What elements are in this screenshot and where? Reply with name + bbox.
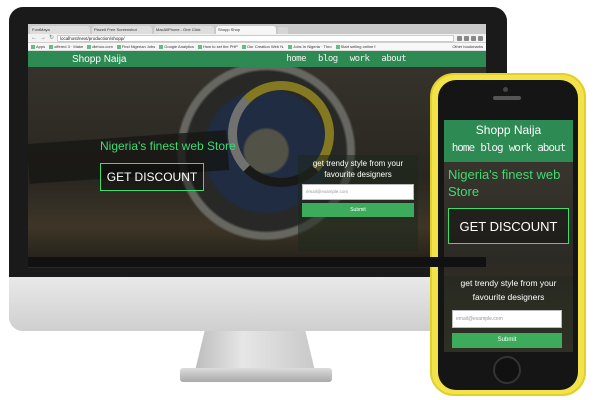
- favicon-icon: [87, 44, 92, 49]
- mobile-get-discount-button[interactable]: GET DISCOUNT: [448, 208, 569, 244]
- apps-icon: [31, 44, 35, 49]
- imac-stand-base: [180, 368, 332, 382]
- site-menu: home blog work about: [286, 54, 406, 64]
- mobile-nav-link-about[interactable]: about: [537, 141, 566, 154]
- browser-tab[interactable]: MacAllPhone - One Click: [154, 26, 214, 34]
- bookmark-item[interactable]: Jobs In Nigeria · Thro: [288, 44, 332, 49]
- hero-section: Nigeria's finest web Store GET DISCOUNT …: [28, 67, 486, 267]
- home-button[interactable]: [493, 356, 521, 384]
- bookmark-label: Start selling online f: [340, 44, 376, 49]
- nav-link-about[interactable]: about: [381, 54, 406, 64]
- bookmark-item[interactable]: offered 3 · Make: [49, 44, 83, 49]
- mobile-menu: home blog work about: [444, 141, 573, 154]
- device-mockup-stage: FontMaya Placeit Free Screenshot MacAllP…: [0, 0, 600, 400]
- bookmark-item[interactable]: dlehoo.com: [87, 44, 113, 49]
- bookmarks-bar: Apps offered 3 · Make dlehoo.com Find Ni…: [28, 43, 486, 51]
- get-discount-button[interactable]: GET DISCOUNT: [100, 163, 204, 191]
- mobile-navbar: Shopp Naija home blog work about: [444, 120, 573, 162]
- favicon-icon: [116, 44, 121, 49]
- bookmark-item[interactable]: How to set the PHP: [198, 44, 238, 49]
- bookmark-label: Our Creation Web N.: [246, 44, 285, 49]
- bookmark-label: How to set the PHP: [203, 44, 238, 49]
- address-bar: ← → ↻ localhost/next/production/shopp/: [28, 34, 486, 43]
- other-bookmarks[interactable]: Other bookmarks: [452, 44, 483, 49]
- reload-icon[interactable]: ↻: [49, 35, 54, 41]
- browser-tab[interactable]: Placeit Free Screenshot: [92, 26, 152, 34]
- signup-text: get trendy style from your favourite des…: [312, 159, 404, 179]
- mobile-hero-title: Nigeria's finest web Store: [448, 167, 561, 199]
- favicon-icon: [241, 44, 246, 49]
- hero-title: Nigeria's finest web Store: [100, 139, 236, 153]
- extension-icon[interactable]: [471, 35, 476, 41]
- submit-button[interactable]: Submit: [302, 203, 414, 217]
- email-field[interactable]: email@example.com: [302, 184, 414, 200]
- nav-link-home[interactable]: home: [286, 54, 306, 64]
- bookmark-item[interactable]: Our Creation Web N.: [241, 44, 285, 49]
- forward-arrow-icon[interactable]: →: [40, 35, 46, 41]
- favicon-icon: [198, 44, 203, 49]
- mobile-nav-link-work[interactable]: work: [509, 141, 532, 154]
- mobile-signup-text: get trendy style from your favourite des…: [460, 278, 557, 302]
- bookmark-label: dlehoo.com: [92, 44, 113, 49]
- bookmark-label: Find Nigerian Jobs: [121, 44, 156, 49]
- imac-stand: [195, 331, 315, 371]
- favicon-icon: [288, 44, 293, 49]
- desktop-screen: FontMaya Placeit Free Screenshot MacAllP…: [28, 24, 486, 268]
- mobile-email-field[interactable]: email@example.com: [452, 310, 562, 328]
- signup-box: get trendy style from your favourite des…: [298, 155, 418, 251]
- mobile-nav-link-home[interactable]: home: [452, 141, 475, 154]
- mobile-signup-box: get trendy style from your favourite des…: [444, 276, 573, 352]
- mobile-submit-button[interactable]: Submit: [452, 333, 562, 348]
- back-arrow-icon[interactable]: ←: [31, 35, 37, 41]
- menu-icon[interactable]: [478, 35, 483, 41]
- camera-icon: [503, 87, 508, 92]
- extension-icons: [457, 35, 483, 41]
- bookmark-item[interactable]: Google Analytics: [159, 44, 194, 49]
- favicon-icon: [335, 44, 340, 49]
- bookmark-label: Apps: [36, 44, 46, 49]
- bookmark-star-icon[interactable]: [457, 35, 462, 41]
- mobile-brand[interactable]: Shopp Naija: [444, 123, 573, 137]
- bookmark-label: Jobs In Nigeria · Thro: [293, 44, 332, 49]
- extension-icon[interactable]: [464, 35, 469, 41]
- bookmark-item[interactable]: Find Nigerian Jobs: [116, 44, 156, 49]
- bookmark-label: Google Analytics: [164, 44, 195, 49]
- new-tab-button[interactable]: [278, 27, 288, 34]
- speaker-grille: [493, 96, 521, 100]
- bookmark-item[interactable]: Apps: [31, 44, 45, 49]
- nav-link-blog[interactable]: blog: [318, 54, 338, 64]
- bookmark-label: offered 3 · Make: [54, 44, 84, 49]
- hero-bottom-edge: [28, 257, 486, 267]
- phone-screen: Shopp Naija home blog work about Nigeria…: [444, 120, 573, 352]
- nav-link-work[interactable]: work: [350, 54, 370, 64]
- url-input[interactable]: localhost/next/production/shopp/: [57, 34, 454, 42]
- site-brand[interactable]: Shopp Naija: [72, 54, 126, 65]
- favicon-icon: [49, 44, 54, 49]
- site-navbar: Shopp Naija home blog work about: [28, 51, 486, 67]
- favicon-icon: [159, 44, 164, 49]
- mobile-nav-link-blog[interactable]: blog: [480, 141, 503, 154]
- browser-tab[interactable]: FontMaya: [30, 26, 90, 34]
- browser-tab-bar: FontMaya Placeit Free Screenshot MacAllP…: [28, 24, 486, 34]
- bookmark-item[interactable]: Start selling online f: [335, 44, 376, 49]
- browser-tab-active[interactable]: Shopp Shop: [216, 26, 276, 34]
